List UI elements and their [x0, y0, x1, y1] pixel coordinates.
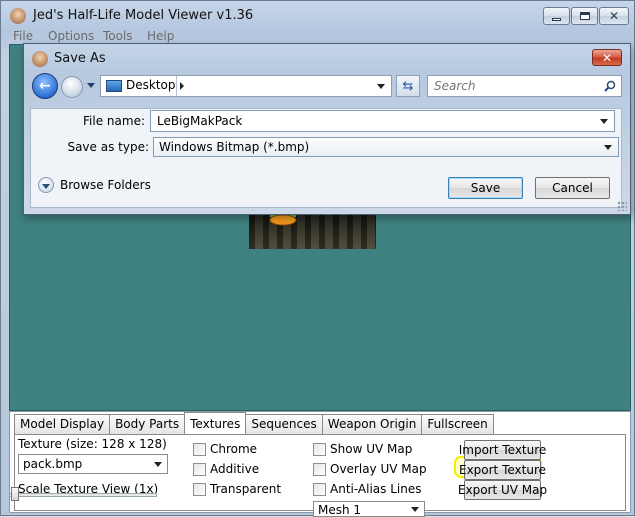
tab-textures[interactable]: Textures — [184, 412, 247, 434]
chevron-right-icon — [180, 82, 184, 90]
show-uv-map-label: Show UV Map — [330, 442, 413, 456]
save-button[interactable]: Save — [448, 177, 523, 199]
show-uv-map-checkbox[interactable]: Show UV Map — [313, 442, 412, 456]
dialog-close-button[interactable]: ✕ — [592, 49, 622, 66]
checkbox-box[interactable] — [193, 482, 206, 496]
chevron-down-icon[interactable] — [377, 84, 385, 89]
file-name-combo[interactable] — [150, 110, 615, 132]
cancel-button[interactable]: Cancel — [535, 177, 610, 199]
anti-alias-lines-label: Anti-Alias Lines — [330, 482, 422, 496]
texture-select-value: pack.bmp — [23, 457, 83, 471]
minimize-button[interactable] — [543, 7, 570, 25]
file-name-input[interactable] — [155, 112, 585, 130]
maximize-button[interactable] — [571, 7, 598, 25]
address-bar[interactable]: Desktop — [100, 75, 392, 97]
browse-folders-label: Browse Folders — [60, 178, 151, 192]
chrome-checkbox[interactable]: Chrome — [193, 442, 257, 456]
refresh-button[interactable]: ⇆ — [396, 75, 420, 97]
main-title-bar[interactable]: Jed's Half-Life Model Viewer v1.36 ✕ — [1, 1, 634, 31]
maximize-icon — [579, 12, 590, 20]
close-icon: ✕ — [608, 9, 620, 23]
additive-checkbox[interactable]: Additive — [193, 462, 259, 476]
checkbox-box[interactable] — [193, 442, 206, 456]
overlay-uv-map-checkbox[interactable]: Overlay UV Map — [313, 462, 427, 476]
file-name-label: File name: — [83, 114, 145, 128]
dialog-title: Save As — [54, 51, 106, 66]
close-icon: ✕ — [601, 50, 613, 65]
tab-model-display[interactable]: Model Display — [14, 414, 111, 434]
dialog-app-icon — [32, 51, 48, 67]
tab-weapon-origin[interactable]: Weapon Origin — [321, 414, 423, 434]
menu-options[interactable]: Options — [48, 29, 94, 43]
back-button[interactable]: ← — [32, 73, 58, 99]
save-as-type-select[interactable]: Windows Bitmap (*.bmp) — [153, 137, 619, 157]
mesh-select-value: Mesh 1 — [318, 503, 362, 517]
search-input[interactable] — [432, 77, 597, 95]
app-icon — [10, 8, 26, 24]
panel-tabs: Model Display Body Parts Textures Sequen… — [14, 412, 494, 434]
scale-texture-slider[interactable] — [9, 493, 157, 497]
refresh-icon: ⇆ — [402, 78, 414, 94]
tab-body-parts[interactable]: Body Parts — [109, 414, 186, 434]
menu-file[interactable]: File — [13, 29, 33, 43]
minimize-icon — [552, 17, 561, 21]
browse-folders-toggle[interactable]: Browse Folders — [38, 177, 151, 193]
chevron-down-icon — [38, 177, 54, 193]
chevron-down-icon — [604, 145, 612, 150]
checkbox-box[interactable] — [313, 442, 326, 456]
mesh-select[interactable]: Mesh 1 — [313, 501, 425, 517]
save-as-dialog: Save As ✕ ← Desktop ⇆ File name: Save as… — [23, 43, 631, 215]
import-texture-button[interactable]: Import Texture — [459, 440, 546, 460]
forward-button[interactable] — [61, 76, 83, 98]
tab-sequences[interactable]: Sequences — [245, 414, 323, 434]
anti-alias-lines-checkbox[interactable]: Anti-Alias Lines — [313, 482, 421, 496]
chevron-down-icon[interactable] — [87, 83, 95, 88]
chevron-down-icon[interactable] — [600, 119, 608, 124]
save-as-type-label: Save as type: — [67, 140, 149, 154]
search-icon — [604, 80, 616, 92]
checkbox-box[interactable] — [193, 462, 206, 476]
export-texture-button[interactable]: Export Texture — [459, 460, 546, 480]
resize-grip-icon[interactable] — [617, 201, 627, 211]
app-title: Jed's Half-Life Model Viewer v1.36 — [33, 8, 254, 23]
transparent-checkbox[interactable]: Transparent — [193, 482, 281, 496]
chrome-label: Chrome — [210, 442, 258, 456]
texture-size-label: Texture (size: 128 x 128) — [18, 437, 167, 451]
back-arrow-icon: ← — [39, 78, 51, 94]
scale-slider-thumb[interactable] — [11, 487, 19, 501]
close-button[interactable]: ✕ — [599, 7, 629, 25]
additive-label: Additive — [210, 462, 260, 476]
texture-select[interactable]: pack.bmp — [18, 454, 168, 474]
checkbox-box[interactable] — [313, 482, 326, 496]
menu-help[interactable]: Help — [147, 29, 174, 43]
tab-fullscreen[interactable]: Fullscreen — [421, 414, 494, 434]
chevron-down-icon — [154, 462, 162, 467]
chevron-down-icon — [411, 507, 419, 512]
save-as-type-value: Windows Bitmap (*.bmp) — [159, 140, 310, 154]
address-location[interactable]: Desktop — [126, 78, 176, 92]
search-box[interactable] — [427, 75, 622, 97]
overlay-uv-map-label: Overlay UV Map — [330, 462, 427, 476]
desktop-icon — [106, 80, 122, 92]
transparent-label: Transparent — [210, 482, 282, 496]
export-uv-map-button[interactable]: Export UV Map — [458, 480, 547, 500]
menu-tools[interactable]: Tools — [103, 29, 133, 43]
checkbox-box[interactable] — [313, 462, 326, 476]
breadcrumb-separator[interactable] — [176, 76, 188, 96]
